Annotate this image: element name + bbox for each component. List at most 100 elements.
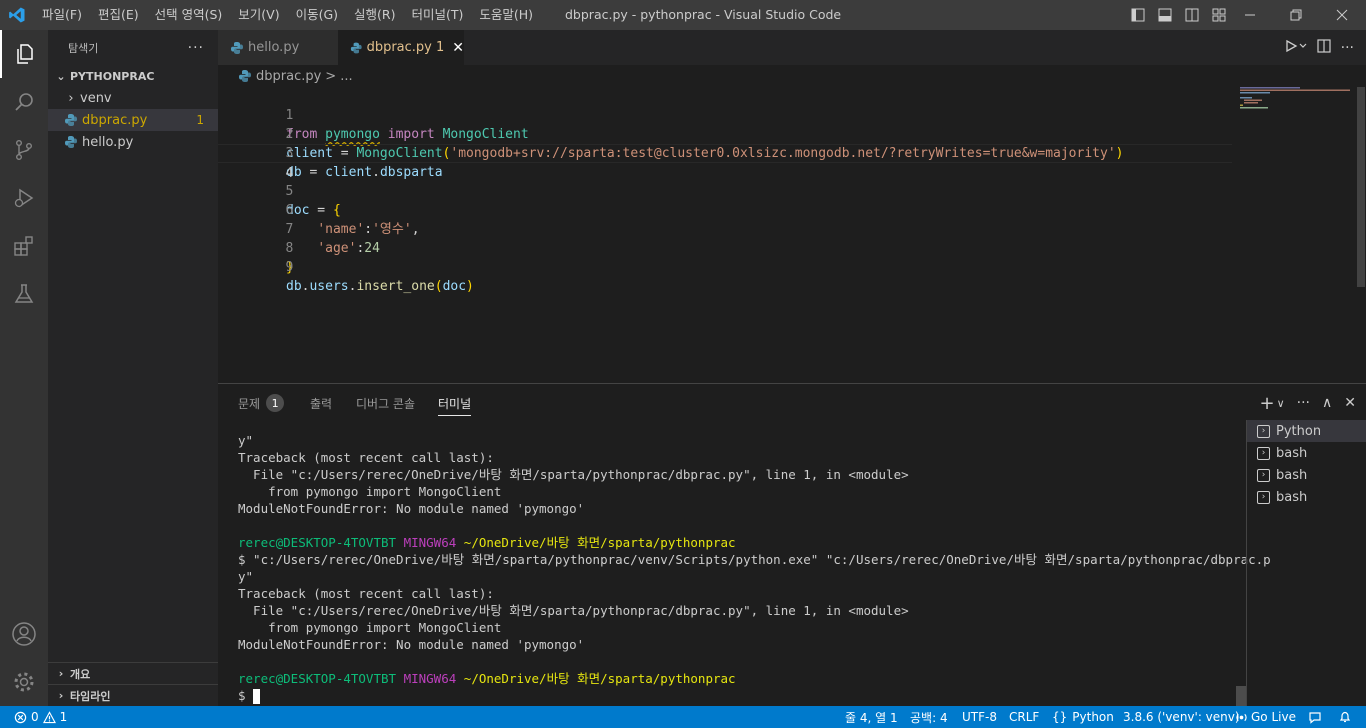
go-live-button[interactable]: Go Live: [1235, 706, 1296, 728]
terminal-list: › Python › bash › bash › bash: [1246, 420, 1366, 707]
terminal-line: ModuleNotFoundError: No module named 'py…: [238, 637, 585, 652]
warning-count: 1: [59, 710, 68, 724]
outline-section[interactable]: › 개요: [48, 662, 218, 684]
restore-icon[interactable]: [1273, 0, 1319, 30]
toggle-sidebar-icon[interactable]: [1124, 0, 1151, 30]
testing-icon[interactable]: [0, 270, 48, 318]
timeline-section[interactable]: › 타임라인: [48, 684, 218, 706]
python-interpreter[interactable]: 3.8.6 ('venv': venv): [1123, 706, 1240, 728]
source-control-icon[interactable]: [0, 126, 48, 174]
terminal-list-item-bash[interactable]: › bash: [1247, 486, 1366, 508]
tab-label: hello.py: [248, 40, 300, 55]
maximize-panel-icon[interactable]: ∧: [1322, 395, 1332, 411]
language-label: Python: [1072, 710, 1114, 724]
explorer-header: 탐색기 ···: [48, 30, 218, 65]
line-number: 9: [285, 260, 294, 275]
encoding[interactable]: UTF-8: [962, 706, 997, 728]
chevron-right-icon: ›: [68, 90, 74, 106]
problems-status[interactable]: 0 1: [14, 706, 67, 728]
terminal-icon: ›: [1257, 424, 1270, 438]
manage-gear-icon[interactable]: [0, 658, 48, 706]
terminal-output[interactable]: y" Traceback (most recent call last): Fi…: [238, 432, 1271, 704]
menu-file[interactable]: 파일(F): [34, 0, 90, 30]
terminal-line: ModuleNotFoundError: No module named 'py…: [238, 501, 585, 516]
menu-selection[interactable]: 선택 영역(S): [147, 0, 231, 30]
toggle-panel-icon[interactable]: [1151, 0, 1178, 30]
terminal-line: from pymongo import MongoClient: [238, 484, 502, 499]
tab-terminal[interactable]: 터미널: [438, 384, 472, 422]
explorer-more-actions[interactable]: ···: [188, 40, 204, 56]
menu-edit[interactable]: 편집(E): [90, 0, 147, 30]
close-window-icon[interactable]: [1319, 0, 1365, 30]
breadcrumb-file[interactable]: dbprac.py: [256, 69, 321, 84]
code-line: 7 'age':24: [218, 201, 1232, 256]
terminal-list-item-bash[interactable]: › bash: [1247, 464, 1366, 486]
terminal-line: y": [238, 569, 254, 584]
minimap[interactable]: [1240, 87, 1352, 147]
terminal-list-item-python[interactable]: › Python: [1247, 420, 1366, 442]
tab-dbprac[interactable]: dbprac.py 1 ✕: [338, 30, 464, 65]
explorer-item-dbprac[interactable]: dbprac.py 1: [48, 109, 218, 131]
terminal-line: from pymongo import MongoClient: [238, 620, 502, 635]
window-title: dbprac.py - pythonprac - Visual Studio C…: [565, 7, 842, 22]
close-panel-icon[interactable]: ✕: [1344, 395, 1356, 411]
close-tab-icon[interactable]: ✕: [452, 40, 464, 56]
terminal-prompt-line: rerec@DESKTOP-4TOVTBT MINGW64 ~/OneDrive…: [238, 535, 736, 550]
menu-go[interactable]: 이동(G): [288, 0, 346, 30]
menu-view[interactable]: 보기(V): [230, 0, 287, 30]
problem-count-badge: 1: [266, 394, 285, 412]
menu-terminal[interactable]: 터미널(T): [404, 0, 472, 30]
feedback-icon[interactable]: [1308, 706, 1322, 728]
menu-help[interactable]: 도움말(H): [471, 0, 541, 30]
terminal-scrollbar[interactable]: [1236, 686, 1246, 706]
terminal-line: File "c:/Users/rerec/OneDrive/바탕 화면/spar…: [238, 467, 909, 482]
explorer-icon[interactable]: [0, 30, 48, 78]
minimize-icon[interactable]: [1227, 0, 1273, 30]
code-editor[interactable]: 1 from pymongo import MongoClient 2 clie…: [218, 87, 1366, 383]
menu-bar: 파일(F) 편집(E) 선택 영역(S) 보기(V) 이동(G) 실행(R) 터…: [34, 0, 541, 30]
terminal-list-item-bash[interactable]: › bash: [1247, 442, 1366, 464]
explorer-item-label: hello.py: [82, 134, 134, 150]
python-file-icon: [231, 41, 243, 54]
chevron-down-icon: ⌄: [56, 69, 66, 83]
toggle-secondary-sidebar-icon[interactable]: [1178, 0, 1205, 30]
editor-tabs: hello.py dbprac.py 1 ✕ ···: [218, 30, 1366, 65]
tab-output[interactable]: 출력: [310, 384, 332, 422]
tab-debug-console[interactable]: 디버그 콘솔: [356, 384, 415, 422]
run-icon[interactable]: [1285, 38, 1307, 57]
tab-hello[interactable]: hello.py: [218, 30, 338, 65]
explorer-sidebar: 탐색기 ··· ⌄ PYTHONPRAC › venv dbprac.py 1 …: [48, 30, 218, 706]
cursor-position[interactable]: 줄 4, 열 1: [845, 706, 898, 728]
bell-icon[interactable]: [1338, 706, 1352, 728]
terminal-dropdown-icon[interactable]: ∨: [1277, 397, 1285, 410]
search-icon[interactable]: [0, 78, 48, 126]
account-icon[interactable]: [0, 610, 48, 658]
extensions-icon[interactable]: [0, 222, 48, 270]
run-debug-icon[interactable]: [0, 174, 48, 222]
more-actions-icon[interactable]: ···: [1341, 40, 1354, 56]
workspace-folder-label: PYTHONPRAC: [70, 69, 155, 83]
explorer-item-hello[interactable]: hello.py: [48, 131, 218, 153]
error-count: 0: [31, 710, 39, 724]
tab-label: 터미널: [438, 396, 472, 411]
breadcrumb: dbprac.py > ...: [218, 65, 1366, 87]
split-editor-icon[interactable]: [1317, 38, 1331, 57]
language-mode[interactable]: {} Python: [1052, 706, 1114, 728]
terminal-input-line[interactable]: $: [238, 687, 1238, 704]
layout-controls: [1124, 0, 1232, 30]
explorer-item-venv[interactable]: › venv: [48, 87, 218, 109]
workspace-folder[interactable]: ⌄ PYTHONPRAC: [48, 65, 218, 87]
indentation[interactable]: 공백: 4: [910, 706, 948, 728]
editor-scrollbar[interactable]: [1357, 87, 1365, 287]
status-bar: 0 1 줄 4, 열 1 공백: 4 UTF-8 CRLF {} Python …: [0, 706, 1366, 728]
explorer-item-label: venv: [80, 90, 112, 106]
end-of-line[interactable]: CRLF: [1009, 706, 1039, 728]
terminal-line: Traceback (most recent call last):: [238, 586, 494, 601]
breadcrumb-rest[interactable]: ...: [340, 69, 352, 84]
python-file-icon: [65, 114, 77, 126]
menu-run[interactable]: 실행(R): [346, 0, 403, 30]
new-terminal-icon[interactable]: +: [1260, 393, 1275, 414]
tab-problems[interactable]: 문제 1: [238, 384, 285, 422]
more-actions-icon[interactable]: ···: [1297, 395, 1310, 411]
activity-bar: [0, 30, 48, 706]
